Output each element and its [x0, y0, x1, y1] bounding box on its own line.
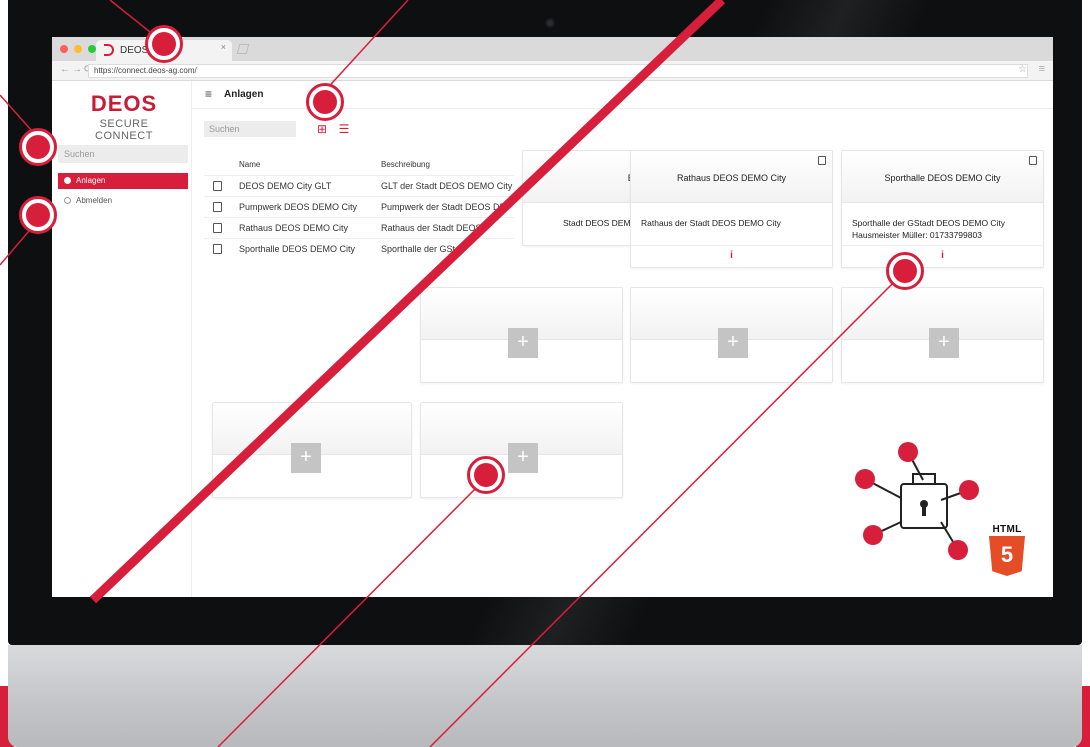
html5-badge: HTML 5 — [985, 524, 1029, 576]
highlight-marker-tab — [145, 25, 183, 63]
lock-network-icon — [855, 442, 979, 560]
highlight-marker-info — [886, 252, 924, 290]
highlight-marker-logout — [19, 196, 57, 234]
marketing-stage: DEOS × ←→⟳ https://connect.deos-ag.com/ … — [0, 0, 1090, 747]
html5-label: HTML — [992, 524, 1022, 535]
highlight-marker-header — [306, 83, 344, 121]
highlight-marker-search — [19, 128, 57, 166]
decorative-lines — [0, 0, 907, 747]
red-stripe-thick — [89, 0, 726, 604]
html5-shield-icon: 5 — [989, 536, 1025, 576]
highlight-marker-add — [467, 456, 505, 494]
